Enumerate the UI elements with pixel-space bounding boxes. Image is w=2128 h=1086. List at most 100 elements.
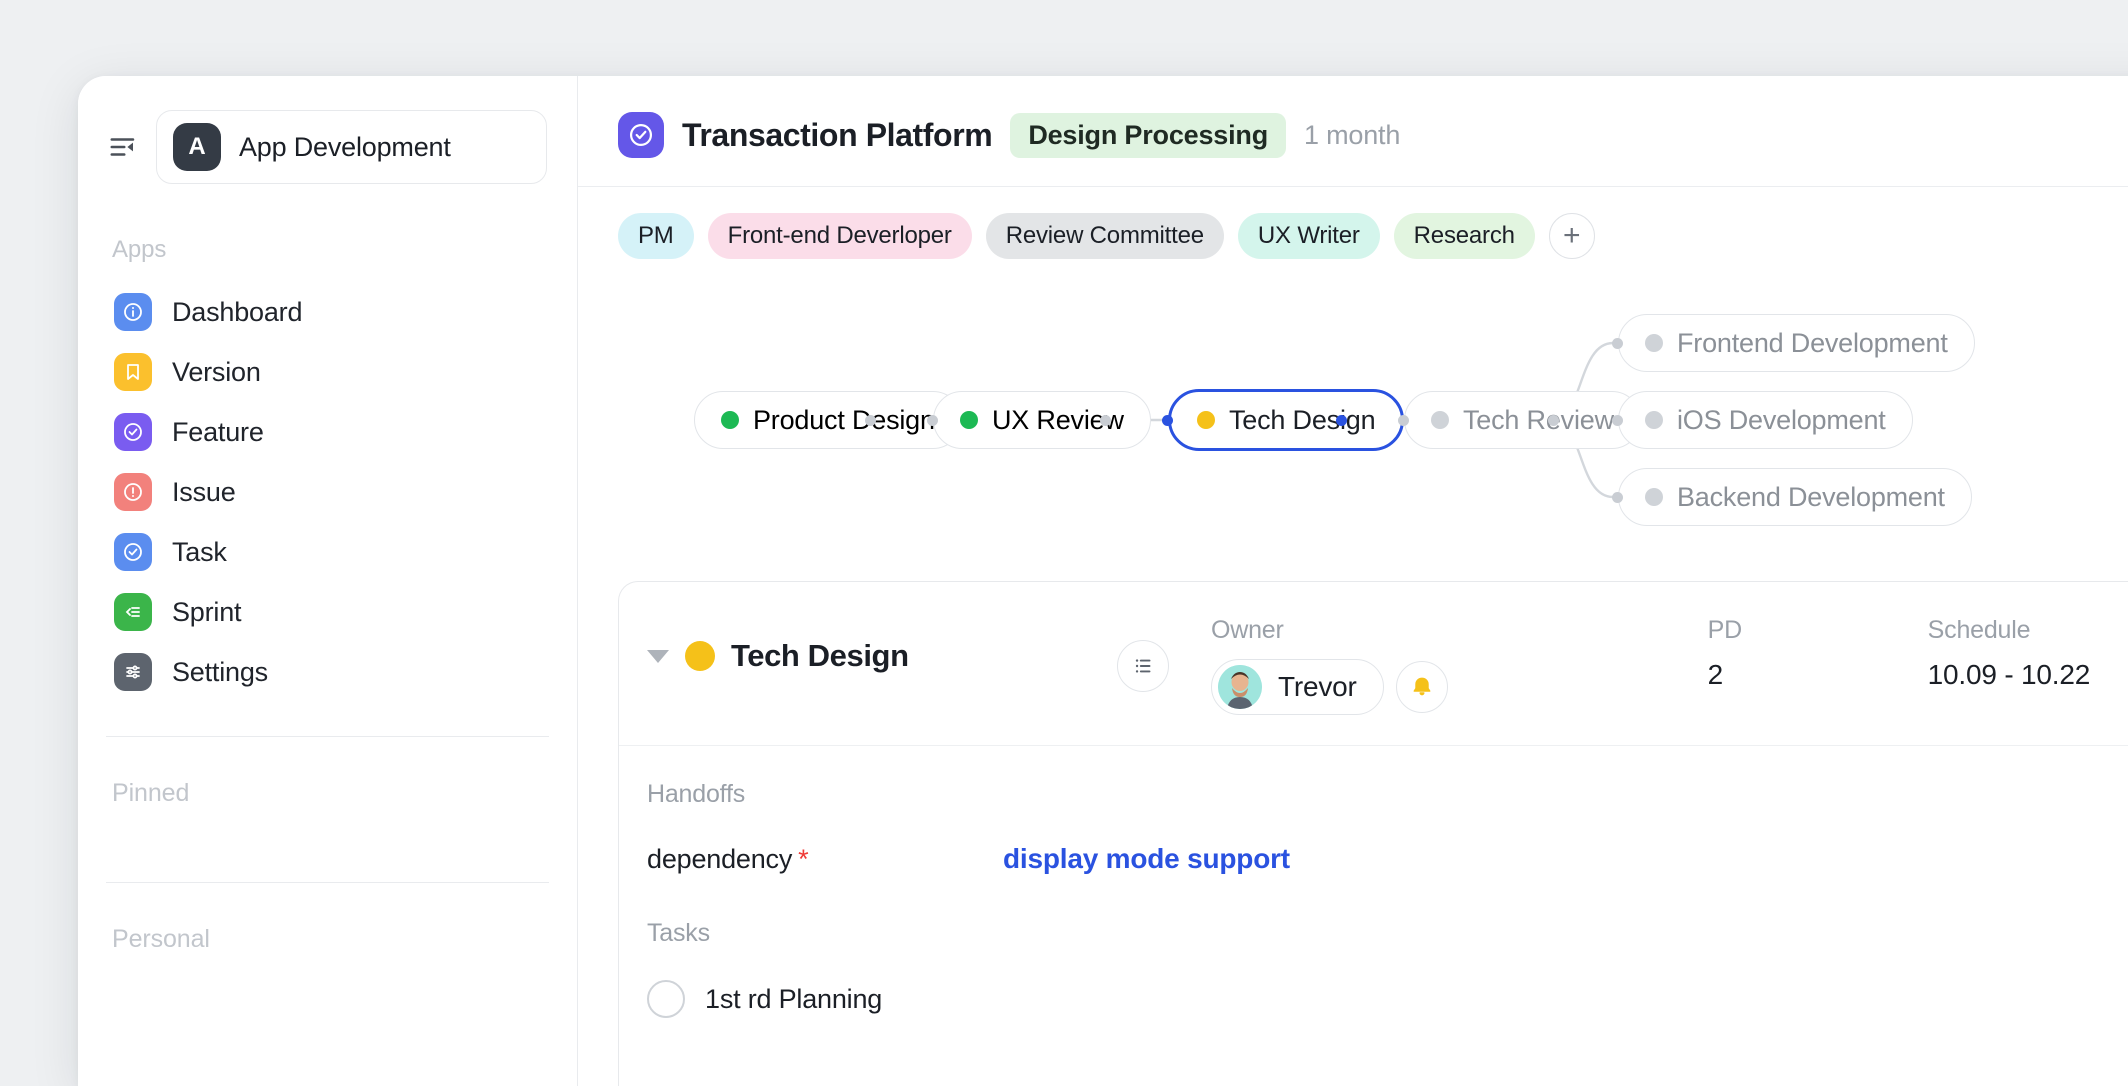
task-detail-panel: Tech Design Owner Trevor PD 2 Schedule 1…: [618, 581, 2128, 1086]
sprint-list-icon: [114, 593, 152, 631]
flow-node-label: Product Design: [753, 404, 935, 435]
add-role-tag-button[interactable]: +: [1548, 213, 1595, 259]
sidebar-item-settings[interactable]: Settings: [96, 642, 559, 702]
status-dot: [1431, 411, 1449, 429]
role-tag-pm[interactable]: PM: [618, 213, 694, 259]
role-tag-review-committee[interactable]: Review Committee: [985, 213, 1224, 259]
check-circle-icon: [114, 533, 152, 571]
workspace-avatar: A: [173, 123, 221, 171]
sidebar-item-label: Settings: [172, 656, 268, 687]
sidebar-item-version[interactable]: Version: [96, 342, 559, 402]
check-circle-icon: [618, 112, 664, 158]
sidebar-item-label: Task: [172, 536, 227, 567]
flow-node-ux-review[interactable]: UX Review: [933, 391, 1151, 449]
sidebar-header: A App Development: [78, 76, 577, 184]
task-checkbox[interactable]: [647, 980, 685, 1018]
owner-chip[interactable]: Trevor: [1211, 659, 1384, 715]
detail-body: Handoffs dependency * display mode suppor…: [619, 746, 2128, 1018]
workspace-selector[interactable]: A App Development: [156, 110, 547, 184]
node-port: [1612, 338, 1623, 349]
alert-circle-icon: [114, 473, 152, 511]
sidebar: A App Development Apps Dashboard Version: [78, 76, 578, 1086]
node-port: [1162, 415, 1173, 426]
flow-node-tech-review[interactable]: Tech Review: [1404, 391, 1641, 449]
sidebar-item-issue[interactable]: Issue: [96, 462, 559, 522]
sidebar-divider-1: [106, 736, 549, 737]
workspace-name: App Development: [239, 131, 451, 162]
flow-node-label: Tech Design: [1229, 404, 1376, 435]
sidebar-item-label: Version: [172, 356, 261, 387]
flow-node-label: Frontend Development: [1677, 327, 1948, 358]
pd-value: 2: [1707, 659, 1724, 690]
role-tag-frontend-developer[interactable]: Front-end Deverloper: [707, 213, 972, 259]
flow-node-label: Backend Development: [1677, 481, 1945, 512]
handoffs-label: Handoffs: [647, 780, 746, 808]
role-tag-ux-writer[interactable]: UX Writer: [1237, 213, 1380, 259]
node-port: [1336, 415, 1347, 426]
dependency-label-text: dependency: [647, 843, 793, 874]
pinned-section-label: Pinned: [112, 779, 190, 807]
sliders-icon: [114, 653, 152, 691]
sidebar-item-label: Feature: [172, 416, 264, 447]
dependency-label: dependency *: [647, 844, 1003, 875]
role-tag-row: PM Front-end Deverloper Review Committee…: [578, 187, 2128, 259]
node-port: [865, 415, 876, 426]
sidebar-nav: Dashboard Version Feature Issue Task Spr…: [78, 282, 577, 702]
personal-section-label: Personal: [112, 925, 210, 953]
dependency-value-link[interactable]: display mode support: [1003, 843, 1290, 875]
task-list-item[interactable]: 1st rd Planning: [647, 980, 2128, 1018]
node-port: [1548, 415, 1559, 426]
sidebar-item-label: Issue: [172, 476, 236, 507]
status-dot: [960, 411, 978, 429]
status-dot: [1645, 488, 1663, 506]
detail-header-row: Tech Design Owner Trevor PD 2 Schedule 1…: [619, 582, 2128, 746]
node-port: [1100, 415, 1111, 426]
flow-node-tech-design[interactable]: Tech Design: [1168, 389, 1405, 451]
schedule-column: Schedule 10.09 - 10.22: [1927, 616, 2091, 691]
flow-node-label: iOS Development: [1677, 404, 1886, 435]
app-window: A App Development Apps Dashboard Version: [78, 76, 2128, 1086]
apps-section-label: Apps: [112, 236, 167, 263]
status-dot: [1645, 411, 1663, 429]
sidebar-collapse-icon[interactable]: [106, 130, 140, 164]
node-port: [1612, 415, 1623, 426]
pd-column: PD 2: [1708, 616, 1928, 691]
detail-title-group: Tech Design: [647, 616, 1117, 674]
workflow-canvas: Product Design UX Review Tech Design Tec…: [578, 259, 2128, 581]
flow-node-backend-development[interactable]: Backend Development: [1618, 468, 1972, 526]
status-dot: [685, 641, 715, 671]
status-dot: [721, 411, 739, 429]
collapse-caret-icon[interactable]: [647, 649, 669, 663]
tasks-label: Tasks: [647, 919, 710, 947]
avatar: [1218, 665, 1262, 709]
pd-label: PD: [1707, 616, 1743, 644]
project-duration: 1 month: [1304, 119, 1401, 150]
sidebar-item-feature[interactable]: Feature: [96, 402, 559, 462]
node-port: [1612, 492, 1623, 503]
flow-node-frontend-development[interactable]: Frontend Development: [1618, 314, 1975, 372]
bookmark-icon: [114, 353, 152, 391]
bell-icon[interactable]: [1395, 661, 1448, 713]
status-dot: [1197, 411, 1215, 429]
role-tag-research[interactable]: Research: [1393, 213, 1535, 259]
flow-node-product-design[interactable]: Product Design: [694, 391, 962, 449]
owner-column: Owner Trevor: [1211, 616, 1448, 715]
sidebar-item-label: Sprint: [172, 596, 242, 627]
sidebar-item-label: Dashboard: [172, 296, 303, 327]
owner-name: Trevor: [1278, 671, 1357, 702]
project-header: Transaction Platform Design Processing 1…: [578, 76, 2128, 187]
schedule-value: 10.09 - 10.22: [1927, 659, 2091, 690]
flow-node-ios-development[interactable]: iOS Development: [1618, 391, 1913, 449]
status-badge: Design Processing: [1010, 112, 1286, 158]
flow-node-label: Tech Review: [1463, 404, 1614, 435]
task-label: 1st rd Planning: [705, 983, 883, 1014]
dependency-row: dependency * display mode support: [647, 843, 2128, 875]
sidebar-item-dashboard[interactable]: Dashboard: [96, 282, 559, 342]
schedule-label: Schedule: [1927, 616, 2031, 644]
node-port: [1398, 415, 1409, 426]
list-view-icon[interactable]: [1117, 640, 1169, 692]
status-dot: [1645, 334, 1663, 352]
sidebar-item-sprint[interactable]: Sprint: [96, 582, 559, 642]
owner-label: Owner: [1211, 616, 1284, 644]
sidebar-item-task[interactable]: Task: [96, 522, 559, 582]
